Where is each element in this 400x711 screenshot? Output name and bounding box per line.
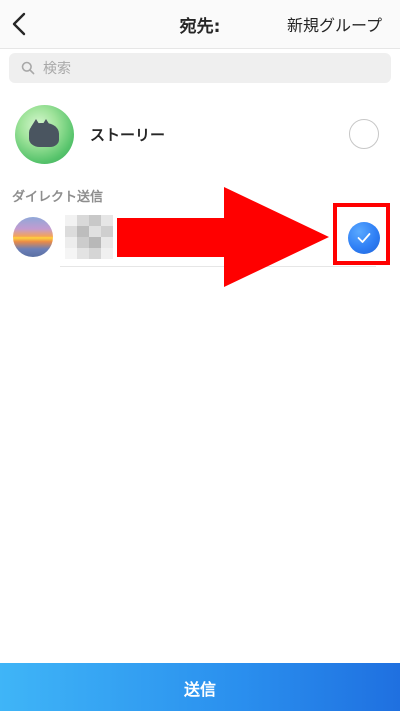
send-button-label: 送信 — [183, 680, 216, 699]
direct-send-section-label: ダイレクト送信 — [12, 190, 104, 205]
story-label: ストーリー — [90, 126, 166, 144]
contact-avatar — [13, 217, 53, 257]
story-option-row[interactable]: ストーリー — [0, 100, 400, 170]
red-arrow-annotation — [117, 187, 329, 287]
blurred-contact-name — [65, 215, 115, 259]
search-input[interactable] — [41, 56, 375, 82]
search-icon — [21, 61, 35, 75]
top-navigation-bar: 宛先: 新規グループ — [0, 0, 400, 49]
send-button[interactable]: 送信 — [0, 663, 400, 711]
new-group-button[interactable]: 新規グループ — [287, 12, 382, 36]
search-bar[interactable] — [9, 53, 391, 83]
story-select-radio[interactable] — [349, 119, 379, 149]
red-highlight-box — [333, 203, 390, 265]
story-avatar — [15, 105, 74, 164]
